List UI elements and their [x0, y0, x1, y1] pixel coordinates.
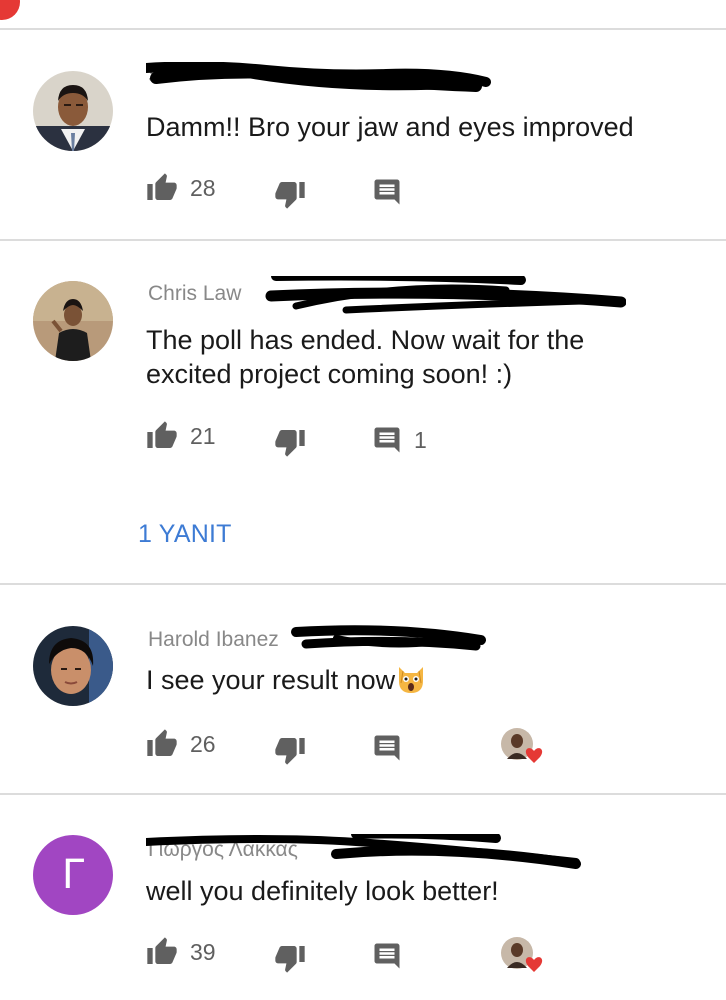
- redaction-scribble: [146, 834, 581, 869]
- comment-actions: 21 1: [146, 418, 706, 457]
- dislike-button[interactable]: [274, 940, 306, 976]
- comment-icon: [374, 179, 400, 205]
- creator-heart-icon: [501, 728, 543, 763]
- comment-text-line: The poll has ended. Now wait for the: [146, 325, 585, 355]
- divider: [0, 28, 726, 30]
- like-button[interactable]: 21: [146, 418, 216, 454]
- avatar[interactable]: [33, 626, 113, 706]
- thumbs-up-icon: [147, 421, 177, 448]
- reply-button[interactable]: 1: [372, 422, 427, 458]
- thumbs-down-icon: [275, 738, 305, 765]
- dislike-button[interactable]: [274, 732, 306, 768]
- creator-heart-icon: [501, 937, 543, 972]
- divider: [0, 583, 726, 585]
- thumbs-down-icon: [275, 946, 305, 973]
- comment-text: The poll has ended. Now wait for the exc…: [146, 323, 706, 391]
- thumbs-up-icon: [147, 729, 177, 756]
- dislike-button[interactable]: [274, 176, 306, 212]
- avatar[interactable]: Γ: [33, 835, 113, 915]
- comment-icon: [374, 943, 400, 969]
- comment-actions: 39: [146, 934, 706, 973]
- author-name[interactable]: Γιωργος Λακκας: [146, 834, 616, 869]
- avatar[interactable]: [33, 281, 113, 361]
- thumbs-up-icon: [147, 173, 177, 200]
- comment-text-line: excited project coming soon! :): [146, 359, 513, 389]
- reply-button[interactable]: [372, 174, 402, 210]
- redaction-scribble: [291, 625, 486, 651]
- avatar[interactable]: [33, 71, 113, 151]
- redaction-scribble: [265, 276, 626, 314]
- comment-actions: 26: [146, 726, 706, 765]
- scared-cat-emoji-icon: [399, 667, 424, 693]
- comment-text: I see your result now: [146, 663, 706, 697]
- comment-text: Damm!! Bro your jaw and eyes improved: [146, 112, 634, 142]
- author-name[interactable]: Chris Law: [146, 276, 626, 314]
- notification-badge: [0, 0, 20, 20]
- comment-text-body: I see your result now: [146, 665, 396, 695]
- comment-actions: 28: [146, 170, 706, 209]
- dislike-button[interactable]: [274, 424, 306, 460]
- view-replies-link[interactable]: 1 YANIT: [138, 520, 232, 549]
- reply-count: 1: [414, 426, 427, 453]
- reply-button[interactable]: [372, 938, 402, 974]
- reply-button[interactable]: [372, 730, 402, 766]
- like-count: 26: [190, 730, 216, 757]
- comment-text: well you definitely look better!: [146, 876, 499, 906]
- divider: [0, 239, 726, 241]
- like-button[interactable]: 28: [146, 170, 216, 206]
- thumbs-down-icon: [275, 430, 305, 457]
- like-count: 39: [190, 938, 216, 965]
- avatar-letter: Γ: [61, 852, 85, 898]
- like-button[interactable]: 39: [146, 934, 216, 970]
- author-name[interactable]: S: [146, 62, 616, 92]
- like-count: 21: [190, 422, 216, 449]
- comment-icon: [374, 735, 400, 761]
- thumbs-down-icon: [275, 182, 305, 209]
- divider: [0, 793, 726, 795]
- redaction-scribble: [146, 62, 491, 92]
- like-count: 28: [190, 174, 216, 201]
- thumbs-up-icon: [147, 937, 177, 964]
- like-button[interactable]: 26: [146, 726, 216, 762]
- comment-icon: [374, 427, 400, 453]
- author-name[interactable]: Harold Ibanez: [146, 624, 616, 654]
